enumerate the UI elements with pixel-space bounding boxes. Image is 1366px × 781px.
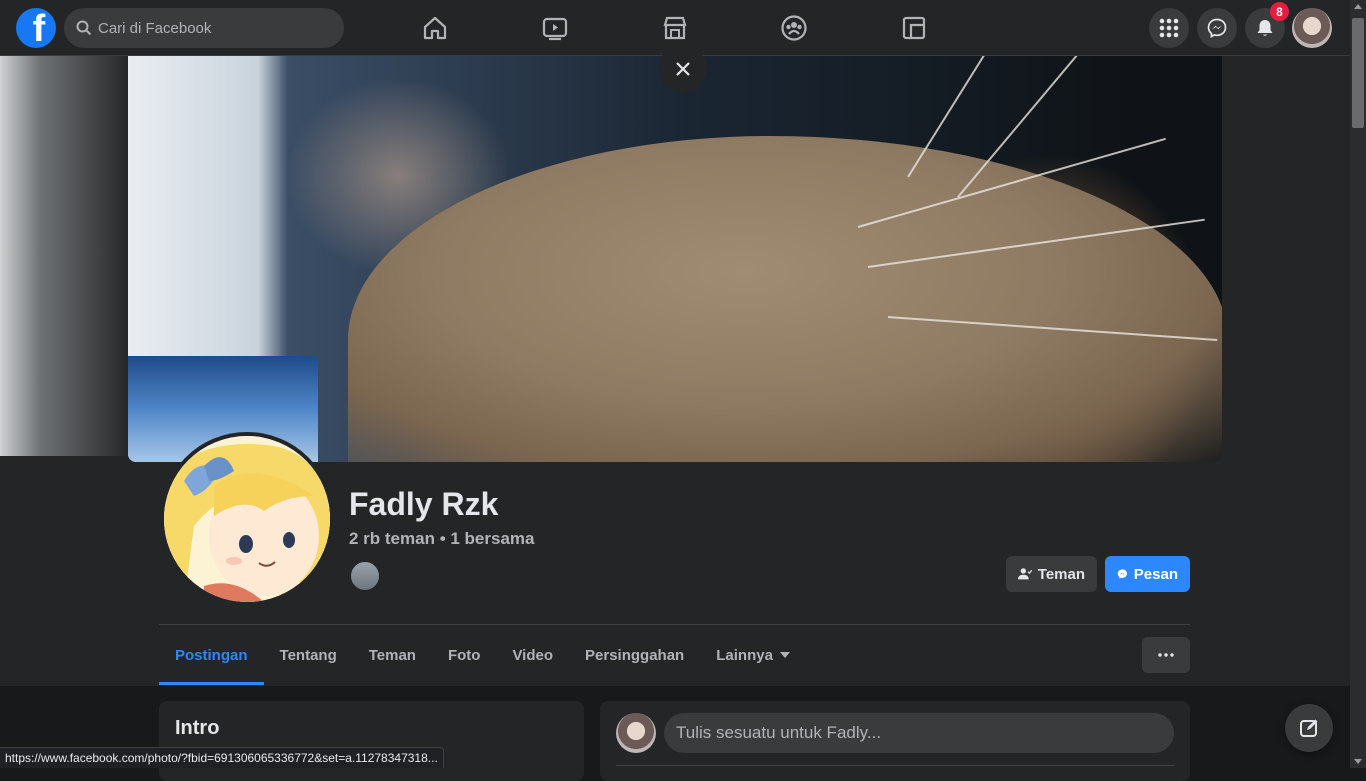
composer-divider [616, 765, 1174, 766]
facebook-logo[interactable]: f [16, 8, 56, 48]
message-button-label: Pesan [1133, 565, 1178, 583]
tab-check-ins[interactable]: Persinggahan [569, 625, 700, 685]
cover-photo[interactable] [128, 56, 1222, 462]
composer-avatar[interactable] [616, 713, 656, 753]
close-icon [676, 62, 690, 76]
tab-label: Tentang [279, 646, 337, 664]
intro-card: Intro [159, 701, 584, 781]
tab-label: Persinggahan [585, 646, 685, 664]
tab-label: Video [512, 646, 554, 664]
page-scrollbar[interactable] [1350, 0, 1366, 768]
watch-icon [542, 17, 568, 41]
gaming-icon [902, 16, 926, 40]
search-box[interactable] [64, 8, 344, 48]
profile-tabs: Postingan Tentang Teman Foto Video Persi… [159, 625, 806, 685]
tab-videos[interactable]: Video [496, 625, 569, 685]
mutual-friend-avatar[interactable] [349, 560, 381, 592]
composer-input[interactable]: Tulis sesuatu untuk Fadly... [664, 713, 1174, 753]
marketplace-icon [663, 16, 687, 40]
friends-count[interactable]: 2 rb teman • 1 bersama [349, 529, 534, 549]
groups-nav-button[interactable] [776, 10, 812, 46]
messenger-icon [1207, 18, 1227, 38]
notification-badge: 8 [1270, 2, 1289, 21]
scrollbar-thumb[interactable] [1352, 18, 1364, 128]
close-button[interactable] [659, 45, 707, 93]
intro-title: Intro [175, 717, 220, 739]
gaming-nav-button[interactable] [896, 10, 932, 46]
ellipsis-icon [1158, 653, 1174, 657]
post-composer: Tulis sesuatu untuk Fadly... [600, 701, 1190, 781]
more-options-button[interactable] [1142, 637, 1190, 673]
tab-posts[interactable]: Postingan [159, 625, 264, 685]
marketplace-nav-button[interactable] [657, 10, 693, 46]
profile-name: Fadly Rzk [349, 486, 499, 522]
scroll-down-arrow-icon[interactable] [1354, 759, 1362, 764]
watch-nav-button[interactable] [537, 10, 573, 46]
anime-avatar-illustration [164, 436, 330, 602]
tab-label: Foto [447, 646, 481, 664]
search-input[interactable] [98, 19, 318, 37]
messenger-button[interactable] [1197, 8, 1237, 48]
tab-friends[interactable]: Teman [353, 625, 432, 685]
tab-label: Lainnya [716, 646, 773, 664]
tab-more[interactable]: Lainnya [700, 625, 806, 685]
home-nav-button[interactable] [417, 10, 453, 46]
menu-button[interactable] [1149, 8, 1189, 48]
search-icon [76, 20, 92, 36]
cat-fur-shape [348, 136, 1222, 462]
grid-menu-icon [1159, 18, 1179, 38]
tab-label: Teman [368, 646, 416, 664]
home-icon [423, 16, 447, 40]
friends-button-label: Teman [1037, 565, 1085, 583]
scroll-up-arrow-icon[interactable] [1354, 4, 1362, 9]
bell-icon [1257, 20, 1273, 36]
new-message-button[interactable] [1285, 704, 1333, 752]
profile-picture-image [164, 436, 330, 602]
tab-about[interactable]: Tentang [264, 625, 353, 685]
account-avatar[interactable] [1292, 8, 1332, 48]
friend-check-icon [1018, 568, 1032, 580]
compose-icon [1300, 719, 1318, 737]
facebook-logo-letter: f [32, 8, 46, 48]
message-button[interactable]: Pesan [1105, 556, 1190, 592]
profile-picture[interactable] [160, 432, 334, 606]
messenger-icon [1117, 569, 1127, 579]
caret-down-icon [779, 652, 790, 658]
status-bar-url: https://www.facebook.com/photo/?fbid=691… [0, 747, 444, 768]
tab-photos[interactable]: Foto [432, 625, 496, 685]
tab-label: Postingan [175, 646, 248, 664]
notifications-button[interactable]: 8 [1245, 2, 1289, 48]
friends-button[interactable]: Teman [1006, 556, 1097, 592]
groups-icon [781, 15, 807, 41]
